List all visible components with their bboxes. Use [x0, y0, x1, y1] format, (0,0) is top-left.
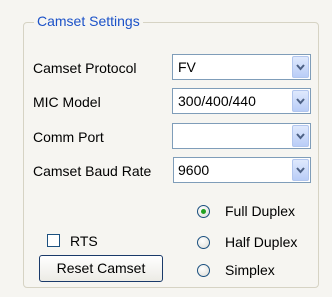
- camset-protocol-value: FV: [178, 59, 196, 75]
- mic-model-dropdown-button[interactable]: [292, 90, 309, 112]
- camset-settings-panel: Camset Settings Camset Protocol FV MIC M…: [0, 0, 332, 297]
- mic-model-label: MIC Model: [33, 94, 101, 110]
- chevron-down-icon: [296, 167, 305, 174]
- comm-port-dropdown-button[interactable]: [292, 125, 309, 147]
- comm-port-select[interactable]: [172, 123, 311, 149]
- full-duplex-radio[interactable]: [197, 205, 210, 218]
- group-title: Camset Settings: [34, 12, 143, 30]
- camset-protocol-select[interactable]: FV: [172, 54, 311, 80]
- camset-baud-rate-select[interactable]: 9600: [173, 157, 311, 183]
- half-duplex-radio[interactable]: [197, 236, 210, 249]
- camset-baud-rate-value: 9600: [178, 162, 210, 178]
- radio-selected-dot: [201, 209, 206, 214]
- reset-camset-button[interactable]: Reset Camset: [39, 255, 163, 282]
- half-duplex-label[interactable]: Half Duplex: [225, 233, 297, 251]
- camset-baud-rate-label: Camset Baud Rate: [33, 163, 152, 179]
- chevron-down-icon: [296, 98, 305, 105]
- simplex-radio[interactable]: [197, 264, 210, 277]
- rts-label[interactable]: RTS: [70, 232, 98, 250]
- chevron-down-icon: [296, 64, 305, 71]
- rts-checkbox[interactable]: [47, 234, 60, 247]
- camset-baud-rate-dropdown-button[interactable]: [292, 159, 309, 181]
- mic-model-value: 300/400/440: [178, 93, 256, 109]
- camset-protocol-label: Camset Protocol: [33, 60, 137, 76]
- full-duplex-label[interactable]: Full Duplex: [225, 202, 295, 220]
- simplex-label[interactable]: Simplex: [225, 261, 275, 279]
- chevron-down-icon: [296, 133, 305, 140]
- mic-model-select[interactable]: 300/400/440: [172, 88, 311, 114]
- camset-protocol-dropdown-button[interactable]: [292, 56, 309, 78]
- comm-port-label: Comm Port: [33, 129, 104, 145]
